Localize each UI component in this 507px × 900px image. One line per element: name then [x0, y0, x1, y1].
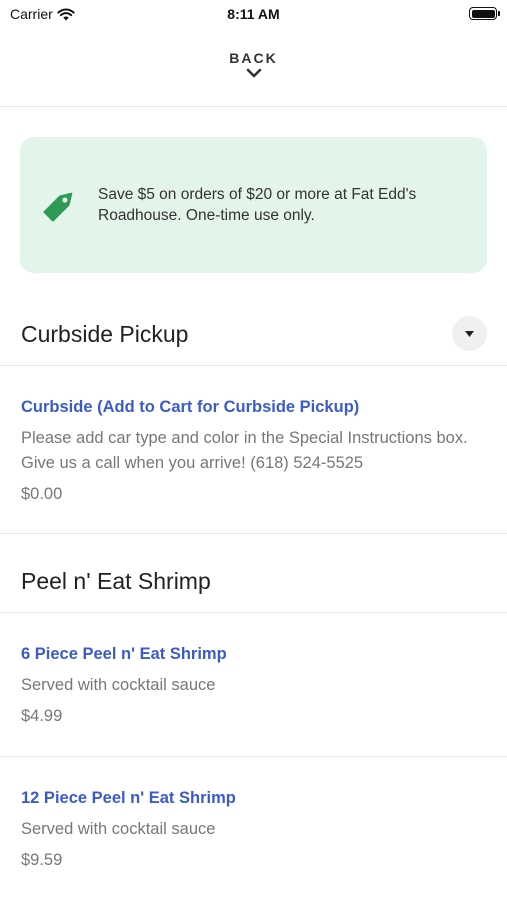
item-price: $4.99: [21, 707, 63, 725]
section-dropdown-button[interactable]: [452, 316, 487, 351]
status-time: 8:11 AM: [227, 6, 280, 22]
menu-item-curbside[interactable]: Curbside (Add to Cart for Curbside Picku…: [21, 396, 491, 505]
item-description: Served with cocktail sauce: [21, 676, 216, 694]
menu-item-6-piece-shrimp[interactable]: 6 Piece Peel n' Eat Shrimp Served with c…: [21, 643, 491, 727]
item-price: $9.59: [21, 851, 63, 869]
battery-icon: [469, 7, 500, 20]
chevron-down-icon: [246, 68, 261, 78]
section-divider: [0, 365, 507, 366]
item-name: Curbside (Add to Cart for Curbside Picku…: [21, 398, 360, 416]
section-title-curbside: Curbside Pickup: [21, 321, 189, 347]
status-bar: Carrier 8:11 AM: [0, 0, 507, 28]
promo-banner: Save $5 on orders of $20 or more at Fat …: [20, 137, 487, 273]
item-name: 6 Piece Peel n' Eat Shrimp: [21, 645, 227, 663]
item-price: $0.00: [21, 485, 63, 503]
item-divider: [0, 756, 507, 757]
promo-text: Save $5 on orders of $20 or more at Fat …: [98, 186, 417, 224]
item-description: Served with cocktail sauce: [21, 820, 216, 838]
item-name: 12 Piece Peel n' Eat Shrimp: [21, 789, 236, 807]
header-divider: [0, 106, 507, 107]
item-divider: [0, 533, 507, 534]
back-button[interactable]: BACK: [0, 50, 507, 78]
item-description: Please add car type and color in the Spe…: [21, 429, 468, 472]
back-label: BACK: [229, 50, 278, 66]
caret-down-icon: [465, 330, 474, 337]
price-tag-icon: [43, 192, 73, 222]
section-title-shrimp: Peel n' Eat Shrimp: [21, 568, 211, 594]
menu-item-12-piece-shrimp[interactable]: 12 Piece Peel n' Eat Shrimp Served with …: [21, 787, 491, 871]
section-divider: [0, 612, 507, 613]
